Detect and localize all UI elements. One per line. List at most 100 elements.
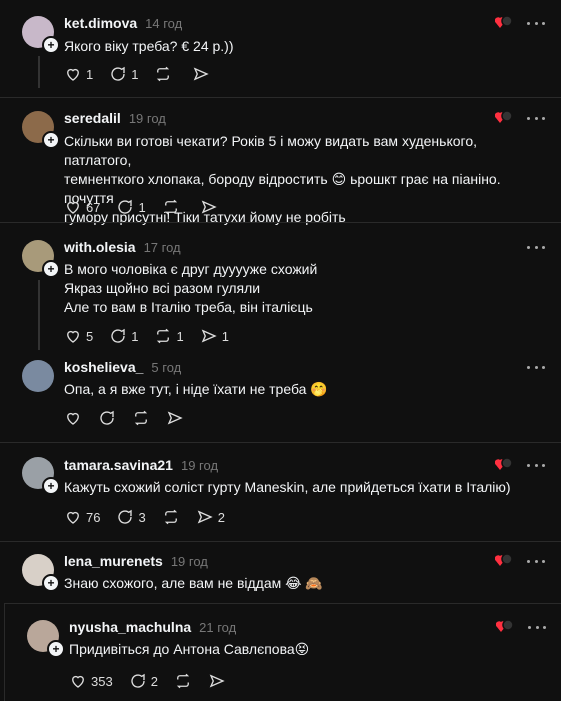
share-icon — [167, 411, 183, 425]
reply-icon — [111, 66, 125, 81]
reply-post: + with.olesia 17 год В мого чоловіка є д… — [0, 222, 561, 350]
like-button[interactable]: 1 — [64, 65, 93, 83]
author-liked-icon — [495, 457, 513, 470]
reply-icon — [111, 328, 125, 343]
like-button[interactable]: 76 — [64, 508, 100, 526]
replies-feed: + ket.dimova 14 год Якого віку треба? € … — [0, 0, 561, 701]
reply-button[interactable]: 1 — [109, 327, 138, 345]
post-header: with.olesia 17 год — [64, 238, 181, 256]
username[interactable]: with.olesia — [64, 239, 136, 255]
more-dots-icon[interactable] — [527, 238, 545, 256]
username[interactable]: seredalil — [64, 110, 121, 126]
share-button[interactable]: 2 — [196, 508, 225, 526]
post-header: ket.dimova 14 год — [64, 14, 182, 32]
avatar[interactable]: + — [22, 457, 60, 495]
repost-button[interactable] — [162, 198, 184, 216]
heart-icon — [67, 201, 79, 214]
follow-plus-icon[interactable]: + — [42, 36, 60, 54]
reply-button[interactable]: 1 — [116, 198, 146, 216]
share-button[interactable] — [192, 65, 210, 83]
username[interactable]: lena_murenets — [64, 553, 163, 569]
share-icon — [209, 674, 225, 688]
more-dots-icon[interactable] — [527, 552, 545, 570]
avatar[interactable]: + — [22, 240, 60, 278]
heart-icon — [72, 675, 84, 688]
reply-post: + lena_murenets 19 год Знаю схожого, але… — [0, 541, 561, 604]
reply-post: koshelieva_ 5 год Опа, а я вже тут, і ні… — [0, 350, 561, 442]
share-count: 1 — [221, 328, 229, 344]
post-header: nyusha_machulna 21 год — [69, 618, 236, 636]
avatar[interactable]: + — [22, 111, 60, 149]
like-count: 76 — [86, 509, 101, 525]
reply-post: + ket.dimova 14 год Якого віку треба? € … — [0, 0, 561, 100]
share-button[interactable]: 1 — [200, 327, 229, 345]
action-bar: 1 1 — [64, 64, 210, 84]
more-dots-icon[interactable] — [527, 109, 545, 127]
like-button[interactable]: 5 — [64, 327, 93, 345]
like-button[interactable]: 353 — [69, 672, 113, 690]
action-bar: 353 2 — [69, 671, 226, 691]
reply-icon — [118, 509, 133, 524]
like-count: 5 — [86, 328, 94, 344]
timestamp: 5 год — [151, 359, 182, 375]
share-button[interactable] — [200, 198, 218, 216]
more-dots-icon[interactable] — [527, 14, 545, 32]
author-liked-icon — [495, 15, 513, 28]
timestamp: 19 год — [180, 457, 219, 473]
follow-plus-icon[interactable]: + — [42, 260, 60, 278]
repost-button[interactable] — [174, 672, 192, 690]
reply-button[interactable]: 1 — [109, 65, 138, 83]
reply-icon — [118, 199, 133, 214]
username[interactable]: koshelieva_ — [64, 359, 143, 375]
heart-icon — [67, 68, 79, 81]
share-button[interactable] — [208, 672, 226, 690]
thread-line — [38, 56, 40, 88]
post-text: Придивіться до Антона Савлєпова😝 — [69, 641, 310, 657]
thread-line — [38, 280, 40, 350]
author-liked-icon — [495, 110, 513, 123]
reply-icon — [131, 673, 145, 688]
reply-count: 1 — [131, 66, 139, 82]
timestamp: 19 год — [170, 553, 208, 569]
avatar[interactable]: + — [22, 554, 60, 592]
post-text: Якого віку треба? € 24 р.)) — [64, 38, 234, 54]
heart-icon — [67, 511, 79, 524]
post-text: В мого чоловіка є друг дууууже схожий Як… — [64, 261, 318, 315]
heart-icon — [67, 330, 79, 343]
reply-button[interactable] — [98, 409, 116, 427]
follow-plus-icon[interactable]: + — [42, 574, 60, 592]
repost-button[interactable] — [154, 65, 176, 83]
more-dots-icon[interactable] — [528, 618, 546, 636]
username[interactable]: ket.dimova — [64, 15, 137, 31]
action-bar: 67 1 — [64, 197, 218, 217]
more-dots-icon[interactable] — [527, 358, 545, 376]
author-liked-icon — [496, 619, 514, 632]
follow-plus-icon[interactable]: + — [42, 131, 60, 149]
avatar[interactable]: + — [22, 16, 60, 54]
repost-button[interactable]: 1 — [154, 327, 184, 345]
repost-button[interactable] — [162, 508, 180, 526]
repost-button[interactable] — [132, 409, 150, 427]
avatar[interactable]: + — [27, 620, 65, 658]
post-header: tamara.savina21 19 год — [64, 456, 218, 474]
like-count: 353 — [91, 673, 113, 689]
like-button[interactable] — [64, 409, 82, 427]
reply-button[interactable]: 3 — [116, 508, 146, 526]
username[interactable]: tamara.savina21 — [64, 457, 173, 473]
heart-icon — [67, 412, 79, 425]
avatar[interactable] — [22, 360, 54, 392]
post-text: Знаю схожого, але вам не віддам 😂 🙈 — [64, 575, 323, 591]
reply-button[interactable]: 2 — [129, 672, 158, 690]
share-icon — [197, 510, 213, 524]
username[interactable]: nyusha_machulna — [69, 619, 191, 635]
like-count: 1 — [86, 66, 94, 82]
share-button[interactable] — [166, 409, 184, 427]
follow-plus-icon[interactable]: + — [47, 640, 65, 658]
share-icon — [201, 329, 217, 343]
share-icon — [201, 200, 217, 214]
repost-icon — [164, 199, 177, 215]
like-button[interactable]: 67 — [64, 198, 100, 216]
share-icon — [194, 67, 210, 81]
follow-plus-icon[interactable]: + — [42, 477, 60, 495]
more-dots-icon[interactable] — [527, 456, 545, 474]
